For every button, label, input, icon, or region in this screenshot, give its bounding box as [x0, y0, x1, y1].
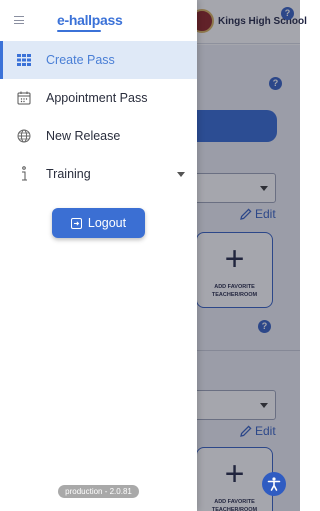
logo-underline — [57, 30, 101, 32]
accessibility-button[interactable] — [262, 472, 286, 496]
info-icon — [17, 166, 31, 181]
nav-drawer: e-hallpass Create Pass Appointment Pass — [0, 0, 197, 511]
logout-icon — [70, 217, 82, 229]
grid-icon — [17, 53, 31, 67]
drawer-header: e-hallpass — [0, 0, 197, 42]
app-logo: e-hallpass — [57, 12, 123, 28]
menu-item-training[interactable]: Training — [0, 155, 197, 193]
version-badge: production - 2.0.81 — [58, 485, 139, 498]
menu-item-label: Training — [46, 167, 91, 181]
menu-item-label: Appointment Pass — [46, 91, 148, 105]
chevron-down-icon[interactable] — [177, 172, 185, 177]
globe-icon — [17, 129, 31, 143]
logout-label: Logout — [87, 216, 127, 230]
hamburger-icon[interactable] — [14, 16, 24, 24]
menu-item-appointment-pass[interactable]: Appointment Pass — [0, 79, 197, 117]
menu-item-new-release[interactable]: New Release — [0, 117, 197, 155]
menu-item-label: New Release — [46, 129, 121, 143]
logout-button[interactable]: Logout — [52, 208, 145, 238]
accessibility-icon — [267, 477, 281, 491]
menu-item-label: Create Pass — [46, 53, 115, 67]
calendar-icon — [17, 91, 31, 105]
menu-item-create-pass[interactable]: Create Pass — [0, 41, 197, 79]
